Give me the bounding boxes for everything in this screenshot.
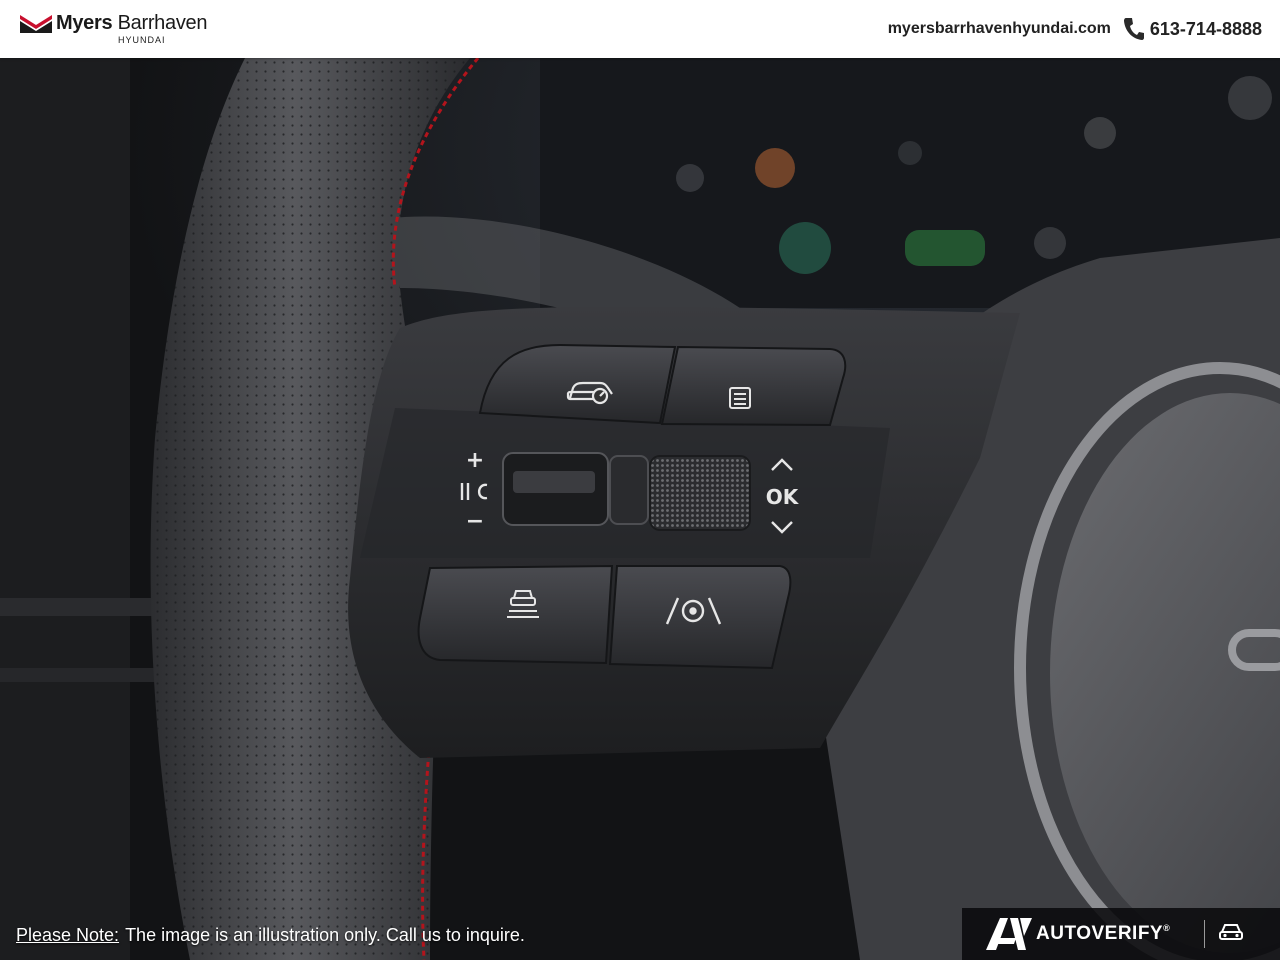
minus-label: − [466, 509, 484, 534]
menu-button[interactable] [660, 345, 847, 427]
note-text: The image is an illustration only. Call … [125, 925, 525, 945]
phone-number: 613-714-8888 [1149, 18, 1262, 39]
dealer-logo[interactable]: Myers Barrhaven HYUNDAI [20, 12, 220, 46]
note-label: Please Note: [16, 925, 120, 945]
plus-label: + [466, 448, 484, 473]
scroll-wheel[interactable] [649, 455, 751, 531]
phone-link[interactable]: 613-714-8888 [1123, 17, 1262, 41]
autoverify-badge[interactable]: AUTOVERIFY® [962, 908, 1280, 960]
disclaimer-note: Please Note: The image is an illustration… [16, 925, 525, 946]
autoverify-logo-icon [986, 918, 1032, 950]
brand-sub: HYUNDAI [118, 35, 166, 45]
autoverify-text: AUTOVERIFY® [1036, 923, 1171, 944]
contact-info: myersbarrhavenhyundai.com 613-714-8888 [888, 16, 1262, 42]
lane-following-button[interactable] [417, 564, 614, 665]
car-icon [1219, 924, 1243, 940]
badge-divider [1204, 920, 1205, 948]
vehicle-photo: + − OK [0, 58, 1280, 960]
header-bar: Myers Barrhaven HYUNDAI myersbarrhavenhy… [0, 0, 1280, 58]
brand-name: Myers Barrhaven [56, 12, 208, 34]
set-toggle[interactable] [502, 452, 649, 526]
ok-label: OK [766, 485, 800, 509]
phone-icon [1123, 18, 1144, 40]
lane-keeping-button[interactable] [608, 565, 792, 670]
website-link[interactable]: myersbarrhavenhyundai.com [888, 20, 1111, 38]
brand-mark-icon [20, 15, 52, 33]
